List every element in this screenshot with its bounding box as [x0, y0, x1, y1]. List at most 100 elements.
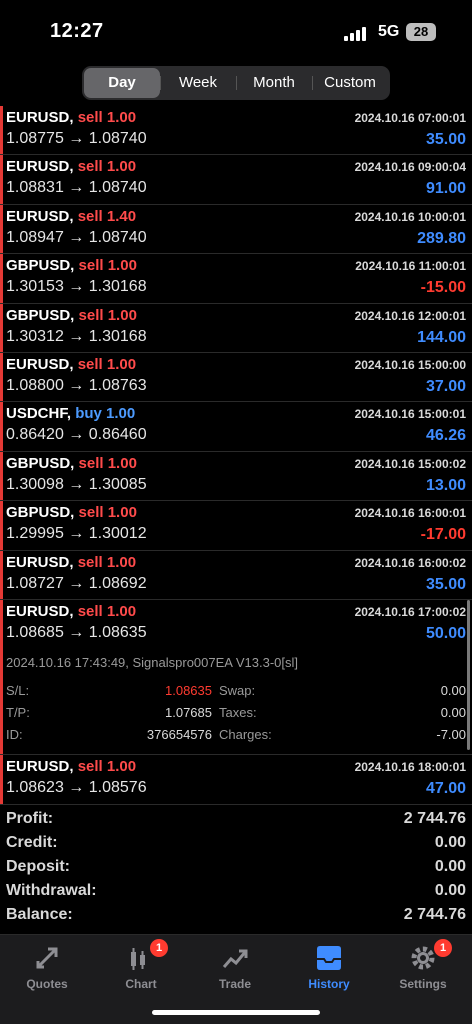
deal-symbol: EURUSD, — [6, 158, 74, 176]
deal-close-price: 1.30012 — [88, 525, 147, 543]
deal-close-price: 1.08763 — [88, 376, 147, 394]
deal-side: sell — [78, 257, 104, 275]
deal-datetime: 2024.10.16 10:00:01 — [354, 209, 466, 224]
deal-volume: 1.00 — [106, 158, 137, 176]
arrow-right-icon: → — [68, 574, 85, 592]
deal-datetime: 2024.10.16 07:00:01 — [354, 111, 466, 125]
deal-side: sell — [78, 454, 104, 472]
deal-row[interactable]: EURUSD, sell 1.00 1.08727 → 1.08692 2024… — [0, 550, 472, 600]
tab-trade[interactable]: Trade — [188, 941, 282, 991]
summary-value: 2 744.76 — [403, 810, 466, 827]
tab-day[interactable]: Day — [84, 68, 160, 98]
deal-row[interactable]: EURUSD, sell 1.00 1.08623 → 1.08576 2024… — [0, 755, 472, 805]
trade-icon — [188, 941, 282, 975]
deal-symbol: EURUSD, — [6, 553, 74, 571]
deal-open-price: 1.08800 — [6, 376, 64, 394]
deal-datetime: 2024.10.16 17:00:02 — [354, 604, 466, 619]
summary-withdrawal: Withdrawal: 0.00 — [0, 880, 472, 904]
deal-open-price: 1.30098 — [6, 475, 64, 493]
tab-chart[interactable]: 1 Chart — [94, 939, 188, 991]
deal-row[interactable]: GBPUSD, sell 1.00 1.30153 → 1.30168 2024… — [0, 254, 472, 304]
sl-value: 1.08635 — [165, 683, 212, 699]
arrow-right-icon: → — [68, 426, 85, 444]
tp-value: 1.07685 — [165, 705, 212, 721]
tab-label: Chart — [125, 977, 157, 991]
deal-row-expanded[interactable]: EURUSD, sell 1.00 1.08685 → 1.08635 2024… — [0, 599, 472, 650]
deal-close-price: 1.08740 — [88, 228, 147, 246]
chart-badge: 1 — [150, 939, 168, 957]
deal-datetime: 2024.10.16 09:00:04 — [354, 160, 466, 175]
deal-datetime: 2024.10.16 18:00:01 — [354, 760, 466, 775]
deal-open-price: 1.08623 — [6, 779, 64, 797]
arrow-right-icon: → — [68, 475, 85, 493]
deal-row[interactable]: EURUSD, sell 1.00 1.08831 → 1.08740 2024… — [0, 155, 472, 205]
summary-label: Profit: — [6, 810, 54, 827]
account-summary: Profit: 2 744.76 Credit: 0.00 Deposit: 0… — [0, 808, 472, 928]
deal-profit: -17.00 — [420, 526, 466, 544]
deal-side: sell — [77, 602, 103, 620]
deal-profit: 50.00 — [425, 624, 466, 642]
deal-datetime: 2024.10.16 15:00:01 — [354, 407, 466, 422]
deal-symbol: EURUSD, — [6, 355, 74, 373]
id-value: 376654576 — [146, 727, 212, 743]
deal-open-price: 1.08831 — [6, 179, 64, 197]
deal-row[interactable]: USDCHF, buy 1.00 0.86420 → 0.86460 2024.… — [0, 402, 472, 452]
tab-week[interactable]: Week — [160, 68, 236, 98]
quotes-icon — [0, 941, 94, 975]
deal-symbol: USDCHF, — [6, 405, 72, 423]
deal-row[interactable]: GBPUSD, sell 1.00 1.29995 → 1.30012 2024… — [0, 501, 472, 551]
summary-label: Deposit: — [6, 858, 70, 875]
deal-close-info: 2024.10.16 17:43:49, Signalspro007EA V13… — [6, 655, 298, 671]
tab-month[interactable]: Month — [236, 68, 312, 98]
deal-side: buy — [75, 405, 102, 423]
summary-label: Balance: — [6, 906, 73, 923]
id-label: ID: — [6, 727, 23, 743]
scrollbar[interactable] — [467, 600, 470, 750]
deal-profit: 91.00 — [425, 180, 466, 198]
deal-open-price: 1.08775 — [6, 130, 64, 147]
deal-side: sell — [77, 109, 103, 126]
deal-row[interactable]: GBPUSD, sell 1.00 1.30312 → 1.30168 2024… — [0, 303, 472, 353]
deal-datetime: 2024.10.16 12:00:01 — [354, 308, 466, 323]
summary-profit: Profit: 2 744.76 — [0, 808, 472, 832]
swap-label: Swap: — [219, 683, 256, 699]
deal-row[interactable]: GBPUSD, sell 1.00 1.30098 → 1.30085 2024… — [0, 451, 472, 502]
deal-volume: 1.00 — [106, 405, 136, 423]
tab-label: Settings — [399, 977, 447, 991]
deal-row[interactable]: EURUSD, sell 1.40 1.08947 → 1.08740 2024… — [0, 204, 472, 255]
deal-volume: 1.00 — [107, 306, 137, 324]
deal-datetime: 2024.10.16 11:00:01 — [355, 259, 466, 274]
tab-history[interactable]: History — [282, 941, 376, 991]
tab-label: Trade — [218, 977, 251, 991]
summary-value: 2 744.76 — [403, 906, 466, 923]
deal-volume: 1.00 — [107, 504, 137, 522]
summary-deposit: Deposit: 0.00 — [0, 856, 472, 880]
tab-custom[interactable]: Custom — [312, 68, 388, 98]
deal-close-price: 0.86460 — [88, 426, 147, 444]
deals-list: EURUSD, sell 1.00 1.08775 → 1.08740 2024… — [0, 106, 472, 805]
deal-datetime: 2024.10.16 16:00:01 — [354, 506, 466, 521]
sl-label: S/L: — [6, 683, 30, 699]
tab-settings[interactable]: 1 Settings — [376, 939, 470, 991]
deal-profit: 37.00 — [425, 377, 466, 395]
deal-row[interactable]: EURUSD, sell 1.00 1.08800 → 1.08763 2024… — [0, 352, 472, 403]
deal-profit: -15.00 — [420, 279, 466, 297]
home-indicator[interactable] — [152, 1010, 320, 1015]
deal-symbol: GBPUSD, — [6, 306, 75, 324]
tab-quotes[interactable]: Quotes — [0, 941, 94, 991]
deal-profit: 35.00 — [425, 575, 466, 593]
deal-volume: 1.00 — [106, 109, 137, 126]
summary-value: 0.00 — [434, 834, 466, 851]
arrow-right-icon: → — [68, 130, 85, 147]
deal-datetime: 2024.10.16 15:00:00 — [354, 357, 466, 372]
deal-open-price: 1.30153 — [6, 278, 64, 296]
arrow-right-icon: → — [68, 228, 85, 246]
deal-open-price: 1.29995 — [6, 525, 64, 543]
deal-close-price: 1.08740 — [88, 130, 147, 147]
deal-open-price: 1.08685 — [6, 623, 64, 641]
deal-volume: 1.00 — [106, 355, 137, 373]
history-icon — [282, 941, 376, 975]
deal-row[interactable]: EURUSD, sell 1.00 1.08775 → 1.08740 2024… — [0, 106, 472, 156]
deal-volume: 1.00 — [107, 454, 137, 472]
settings-icon: 1 — [376, 939, 470, 975]
